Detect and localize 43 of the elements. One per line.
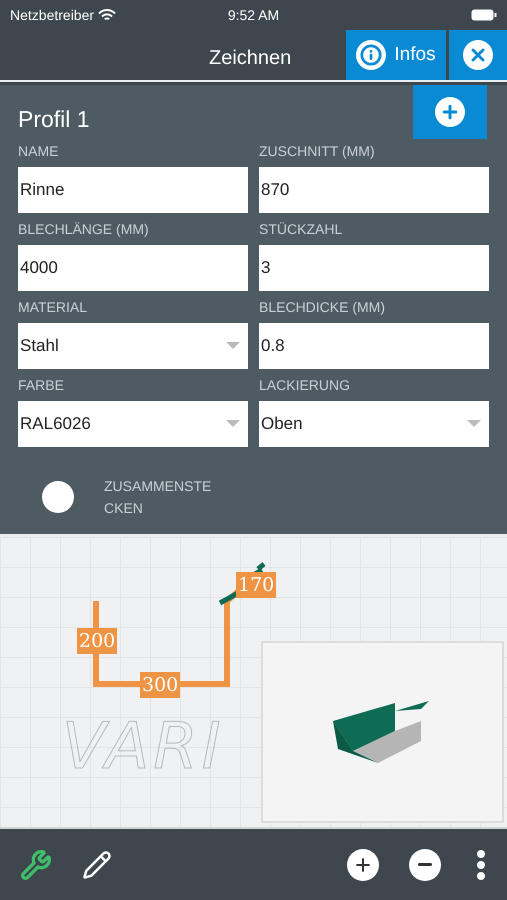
select-field[interactable]: RAL6026 [18, 401, 248, 447]
battery-icon [471, 9, 497, 21]
info-button[interactable]: Infos [346, 30, 446, 80]
header-title: Zeichnen [209, 46, 292, 71]
pencil-icon [82, 850, 112, 880]
input-field[interactable]: 0.8 [259, 323, 489, 369]
dimension-label: 200 [77, 628, 118, 654]
field-label: BLECHLÄNGE (MM) [18, 220, 150, 239]
dropdown-icon [226, 342, 240, 350]
carrier-label: Netzbetreiber [10, 6, 94, 24]
input-field[interactable]: Rinne [18, 167, 248, 213]
input-field[interactable]: 3 [259, 245, 489, 291]
input-field[interactable]: 4000 [18, 245, 248, 291]
wifi-icon [98, 8, 116, 22]
logo-text: VARI [62, 715, 225, 779]
dimension-label: 300 [140, 672, 180, 698]
field-label: MATERIAL [18, 298, 88, 317]
profile-title: Profil 1 [18, 105, 90, 133]
dimension-label: 170 [236, 572, 276, 598]
field-label: NAME [18, 142, 60, 161]
toggle-switch[interactable] [42, 481, 74, 513]
more-icon [477, 850, 485, 880]
more-button[interactable] [477, 850, 485, 880]
zoom-out-button[interactable] [409, 848, 441, 880]
status-time: 9:52 AM [228, 6, 280, 24]
toggle-label: ZUSAMMENSTE CKEN [104, 477, 212, 518]
select-field[interactable]: Oben [259, 401, 489, 447]
wrench-icon [20, 848, 52, 880]
field-label: BLECHDICKE (MM) [259, 298, 386, 317]
field-label: LACKIERUNG [259, 376, 352, 395]
tool-button[interactable] [20, 848, 52, 880]
dropdown-icon [226, 420, 240, 428]
field-label: ZUSCHNITT (MM) [259, 142, 376, 161]
input-field[interactable]: 870 [259, 167, 489, 213]
field-label: FARBE [18, 376, 65, 395]
plus-glyph-icon [440, 102, 460, 122]
zoom-in-button[interactable] [347, 848, 379, 880]
minus-icon [418, 863, 432, 866]
close-button[interactable] [449, 30, 507, 80]
select-field[interactable]: Stahl [18, 323, 248, 369]
dropdown-icon [467, 420, 481, 428]
field-label: STÜCKZAHL [259, 220, 344, 239]
add-profile-button[interactable] [413, 85, 487, 139]
